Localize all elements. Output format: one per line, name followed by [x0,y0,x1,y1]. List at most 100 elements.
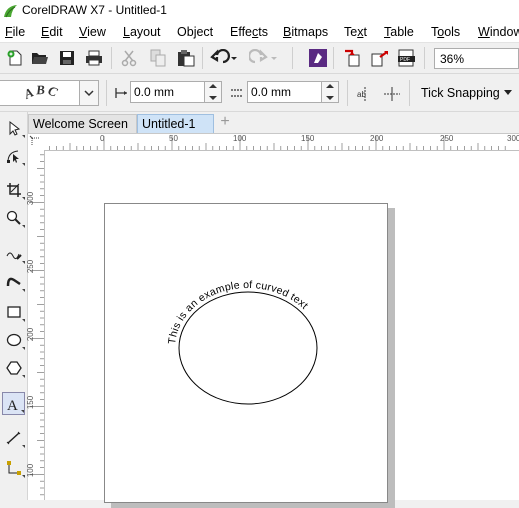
connector-tool-icon[interactable] [2,456,25,479]
corel-connect-icon[interactable] [306,46,330,70]
h-ruler-label-250: 250 [440,134,454,143]
standard-toolbar: PDF 36% [0,43,519,74]
fit-text-preset-icon: ABC [21,83,62,102]
v-ruler-label-200: 200 [26,327,36,342]
horizontal-offset-spinner[interactable] [204,82,221,102]
import-icon[interactable] [341,46,365,70]
h-ruler-label-50: 50 [169,134,178,143]
zoom-level-value: 36% [440,52,465,66]
h-ruler-label-100: 100 [233,134,247,143]
menu-object[interactable]: Object [177,25,213,39]
v-ruler-label-250: 250 [26,259,36,274]
vertical-offset-spinner[interactable] [321,82,338,102]
new-tab-button[interactable]: + [216,114,234,133]
tab-untitled-1[interactable]: Untitled-1 [137,114,214,133]
toolbar-separator [409,80,410,106]
shape-tool-icon[interactable] [2,144,25,167]
undo-icon[interactable] [207,46,241,70]
tab-welcome-screen-label: Welcome Screen [33,117,128,131]
zoom-level-combo[interactable]: 36% [434,48,519,69]
menu-table[interactable]: Table [384,25,414,39]
svg-text:A: A [7,398,18,412]
title-bar: CorelDRAW X7 - Untitled-1 [0,0,519,22]
save-icon[interactable] [55,46,79,70]
menu-bar: File Edit View Layout Object Effects Bit… [0,22,519,43]
freehand-tool-icon[interactable] [2,242,25,265]
toolbar-separator [292,47,293,69]
horizontal-ruler[interactable]: 0 50 100 150 200 250 300 [44,134,519,151]
parallel-dimension-tool-icon[interactable] [2,426,25,449]
v-ruler-label-150: 150 [26,395,36,410]
coreldraw-logo-icon [3,4,18,21]
zoom-tool-icon[interactable] [2,206,25,229]
h-ruler-label-200: 200 [370,134,384,143]
h-ruler-label-300: 300 [507,134,519,143]
open-icon[interactable] [28,46,52,70]
preset-list-combo[interactable]: ABC [0,80,99,106]
horizontal-offset-field[interactable]: 0.0 mm [130,81,222,103]
crop-tool-icon[interactable] [2,178,25,201]
h-ruler-label-150: 150 [301,134,315,143]
horizontal-offset-icon [113,86,129,103]
mirror-vertical-icon[interactable] [380,82,404,106]
curved-text-artwork[interactable]: This is an example of curved text [45,151,519,500]
ellipse-shape[interactable] [178,291,318,405]
redo-icon[interactable] [247,46,281,70]
curved-text[interactable]: This is an example of curved text [166,279,310,345]
svg-text:ABC: ABC [21,83,62,102]
toolbox: A [0,112,28,500]
paste-icon[interactable] [174,46,198,70]
window-title: CorelDRAW X7 - Untitled-1 [22,3,167,17]
tick-snapping-dropdown-icon[interactable] [504,90,512,96]
drawing-window[interactable]: This is an example of curved text [45,151,519,508]
pick-tool-icon[interactable] [2,116,25,139]
svg-text:ab: ab [357,90,366,99]
property-bar: ABC 0.0 mm 0.0 mm ab Tick Snapping [0,74,519,112]
mirror-horizontal-icon[interactable]: ab [353,82,377,106]
menu-tools[interactable]: Tools [431,25,460,39]
ellipse-tool-icon[interactable] [2,328,25,351]
vertical-offset-value: 0.0 mm [251,85,292,99]
vertical-ruler[interactable]: 300 250 200 150 100 [26,150,45,500]
toolbar-separator [424,47,425,69]
menu-bitmaps[interactable]: Bitmaps [283,25,328,39]
menu-text[interactable]: Text [344,25,367,39]
toolbar-separator [106,80,107,106]
tick-snapping-label[interactable]: Tick Snapping [421,86,500,100]
preset-dropdown-button[interactable] [79,81,98,105]
cut-icon[interactable] [117,46,141,70]
export-icon[interactable] [368,46,392,70]
toolbar-separator [202,47,203,69]
preset-preview-text: ABC [21,83,60,102]
copy-icon[interactable] [146,46,170,70]
toolbar-separator [347,80,348,106]
menu-edit[interactable]: Edit [41,25,63,39]
text-tool-icon[interactable]: A [2,392,25,415]
ruler-origin-corner[interactable] [28,134,45,151]
ruler-origin-icon [29,135,40,146]
tab-welcome-screen[interactable]: Welcome Screen [28,114,137,133]
chevron-down-icon [84,90,94,97]
toolbar-separator [333,47,334,69]
vertical-offset-field[interactable]: 0.0 mm [247,81,339,103]
document-tab-bar: Welcome Screen Untitled-1 + [28,112,519,134]
tab-untitled-1-label: Untitled-1 [142,117,196,131]
menu-effects[interactable]: Effects [230,25,268,39]
menu-layout[interactable]: Layout [123,25,161,39]
v-ruler-label-100: 100 [26,463,36,478]
vertical-offset-icon [229,86,245,103]
menu-file[interactable]: File [5,25,25,39]
toolbar-separator [111,47,112,69]
v-ruler-label-300: 300 [26,191,36,206]
rectangle-tool-icon[interactable] [2,300,25,323]
menu-window[interactable]: Window [478,25,519,39]
polygon-tool-icon[interactable] [2,356,25,379]
artistic-media-tool-icon[interactable] [2,270,25,293]
publish-pdf-icon[interactable]: PDF [395,46,419,70]
horizontal-offset-value: 0.0 mm [134,85,175,99]
svg-text:PDF: PDF [400,57,410,63]
h-ruler-label-0: 0 [100,134,105,143]
new-document-icon[interactable] [3,46,27,70]
print-icon[interactable] [82,46,106,70]
menu-view[interactable]: View [79,25,106,39]
